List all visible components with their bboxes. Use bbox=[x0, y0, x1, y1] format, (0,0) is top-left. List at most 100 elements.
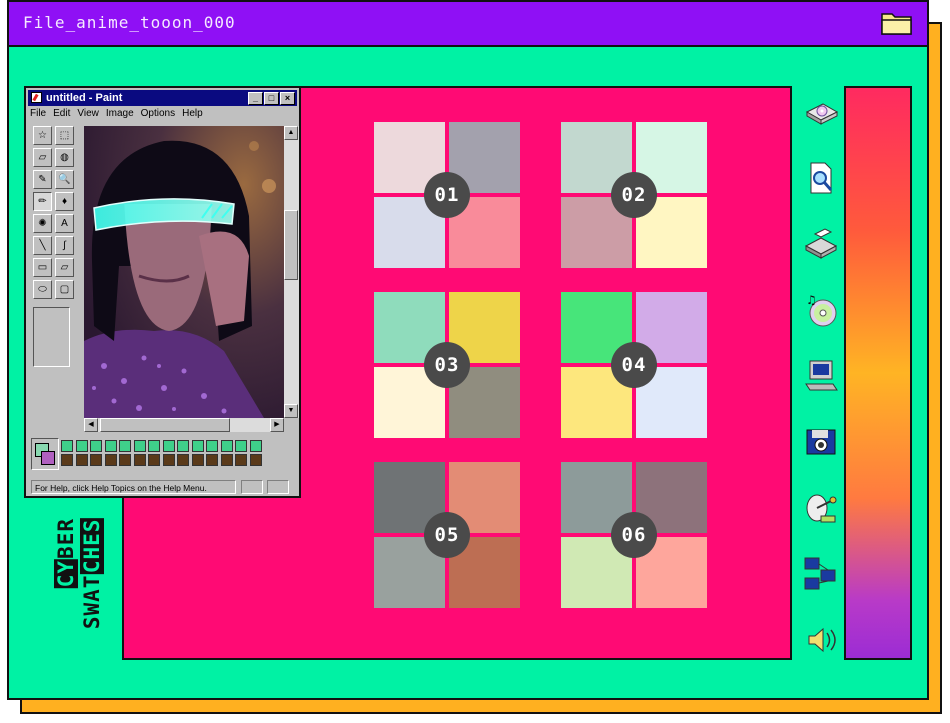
gradient-bar bbox=[844, 86, 912, 660]
palette-color[interactable] bbox=[220, 454, 233, 466]
network-icon[interactable] bbox=[803, 556, 839, 592]
palette-color[interactable] bbox=[119, 454, 131, 466]
magnifier-icon[interactable]: 🔍 bbox=[55, 170, 74, 189]
swatch-05[interactable]: 05 bbox=[374, 462, 520, 608]
current-colors[interactable] bbox=[31, 438, 59, 470]
menu-file[interactable]: File bbox=[30, 108, 46, 119]
palette-color[interactable] bbox=[75, 454, 88, 466]
palette-color[interactable] bbox=[177, 440, 189, 452]
tool-options-box[interactable] bbox=[33, 307, 70, 367]
palette-color[interactable] bbox=[220, 440, 233, 452]
palette-color[interactable] bbox=[162, 440, 175, 452]
ellipse-icon[interactable]: ⬭ bbox=[33, 280, 52, 299]
palette-color[interactable] bbox=[249, 440, 262, 452]
disk-drive-icon[interactable] bbox=[803, 94, 839, 130]
status-size bbox=[267, 480, 289, 494]
close-button[interactable]: × bbox=[280, 92, 295, 105]
palette-color[interactable] bbox=[191, 440, 204, 452]
palette-color[interactable] bbox=[119, 440, 131, 452]
rect-select-icon[interactable]: ⬚ bbox=[55, 126, 74, 145]
paint-window[interactable]: untitled - Paint _ □ × File Edit View Image Op… bbox=[24, 86, 301, 498]
paint-title: untitled - Paint bbox=[46, 92, 123, 104]
scroll-down-button[interactable]: ▼ bbox=[284, 404, 298, 418]
palette-color[interactable] bbox=[133, 440, 146, 452]
curve-icon[interactable]: ∫ bbox=[55, 236, 74, 255]
palette-color[interactable] bbox=[162, 454, 175, 466]
swatch-number-badge: 02 bbox=[611, 172, 657, 218]
side-label-line2: SWATCHES bbox=[80, 518, 104, 629]
minimize-button[interactable]: _ bbox=[248, 92, 263, 105]
palette-color[interactable] bbox=[191, 454, 204, 466]
pencil-icon[interactable]: ✏ bbox=[33, 192, 52, 211]
camera-disk-icon[interactable] bbox=[803, 424, 839, 460]
side-label-line1: CYBER bbox=[54, 518, 78, 589]
swatch-01[interactable]: 01 bbox=[374, 122, 520, 268]
swatch-number-badge: 04 bbox=[611, 342, 657, 388]
cyber-girl-image bbox=[84, 126, 284, 418]
printer-icon[interactable] bbox=[803, 226, 839, 262]
swatch-number-badge: 05 bbox=[424, 512, 470, 558]
paint-statusbar: For Help, click Help Topics on the Help … bbox=[29, 480, 296, 496]
palette-color[interactable] bbox=[75, 440, 88, 452]
menu-image[interactable]: Image bbox=[106, 108, 134, 119]
palette-color[interactable] bbox=[235, 454, 247, 466]
scroll-thumb-horizontal[interactable] bbox=[100, 418, 230, 432]
background-color bbox=[41, 451, 55, 465]
menu-options[interactable]: Options bbox=[141, 108, 175, 119]
menu-edit[interactable]: Edit bbox=[53, 108, 70, 119]
speaker-icon[interactable] bbox=[803, 622, 839, 658]
music-cd-icon[interactable]: ♫ bbox=[803, 292, 839, 328]
vertical-scrollbar[interactable]: ▲ ▼ bbox=[284, 126, 299, 418]
paint-canvas[interactable] bbox=[84, 126, 284, 418]
palette-color[interactable] bbox=[148, 440, 160, 452]
satellite-icon[interactable] bbox=[803, 490, 839, 526]
palette-color[interactable] bbox=[104, 440, 117, 452]
computer-icon[interactable] bbox=[803, 358, 839, 394]
swatch-number-badge: 01 bbox=[424, 172, 470, 218]
svg-text:♫: ♫ bbox=[806, 293, 817, 307]
text-icon[interactable]: A bbox=[55, 214, 74, 233]
palette-color[interactable] bbox=[206, 440, 218, 452]
color-picker-icon[interactable]: ✎ bbox=[33, 170, 52, 189]
swatch-04[interactable]: 04 bbox=[561, 292, 707, 438]
palette-color[interactable] bbox=[177, 454, 189, 466]
palette-color[interactable] bbox=[148, 454, 160, 466]
paint-titlebar[interactable]: untitled - Paint _ □ × bbox=[28, 90, 297, 106]
scroll-right-button[interactable]: ▶ bbox=[270, 418, 284, 432]
color-palette bbox=[31, 438, 271, 470]
menu-view[interactable]: View bbox=[77, 108, 99, 119]
palette-color[interactable] bbox=[133, 454, 146, 466]
file-search-icon[interactable] bbox=[803, 160, 839, 196]
scroll-thumb-vertical[interactable] bbox=[284, 210, 298, 280]
swatch-06[interactable]: 06 bbox=[561, 462, 707, 608]
brush-icon[interactable]: ♦ bbox=[55, 192, 74, 211]
palette-color[interactable] bbox=[61, 454, 73, 466]
cyber-swatches-label: CYBER SWATCHES bbox=[54, 518, 106, 668]
window-titlebar[interactable]: File_anime_tooon_000 bbox=[9, 2, 927, 47]
scroll-up-button[interactable]: ▲ bbox=[284, 126, 298, 140]
folder-icon[interactable] bbox=[881, 10, 913, 36]
rounded-rect-icon[interactable]: ▢ bbox=[55, 280, 74, 299]
palette-color[interactable] bbox=[90, 440, 102, 452]
paint-app-icon bbox=[31, 92, 42, 103]
horizontal-scrollbar[interactable]: ◀ ▶ bbox=[84, 418, 284, 432]
line-icon[interactable]: ╲ bbox=[33, 236, 52, 255]
rectangle-icon[interactable]: ▭ bbox=[33, 258, 52, 277]
palette-color[interactable] bbox=[235, 440, 247, 452]
palette-color[interactable] bbox=[206, 454, 218, 466]
swatch-03[interactable]: 03 bbox=[374, 292, 520, 438]
menu-help[interactable]: Help bbox=[182, 108, 203, 119]
free-select-icon[interactable]: ☆ bbox=[33, 126, 52, 145]
swatch-number-badge: 03 bbox=[424, 342, 470, 388]
maximize-button[interactable]: □ bbox=[264, 92, 279, 105]
eraser-icon[interactable]: ▱ bbox=[33, 148, 52, 167]
swatch-02[interactable]: 02 bbox=[561, 122, 707, 268]
polygon-icon[interactable]: ▱ bbox=[55, 258, 74, 277]
airbrush-icon[interactable]: ✺ bbox=[33, 214, 52, 233]
palette-color[interactable] bbox=[249, 454, 262, 466]
fill-icon[interactable]: ◍ bbox=[55, 148, 74, 167]
palette-color[interactable] bbox=[61, 440, 73, 452]
scroll-left-button[interactable]: ◀ bbox=[84, 418, 98, 432]
palette-color[interactable] bbox=[104, 454, 117, 466]
palette-color[interactable] bbox=[90, 454, 102, 466]
